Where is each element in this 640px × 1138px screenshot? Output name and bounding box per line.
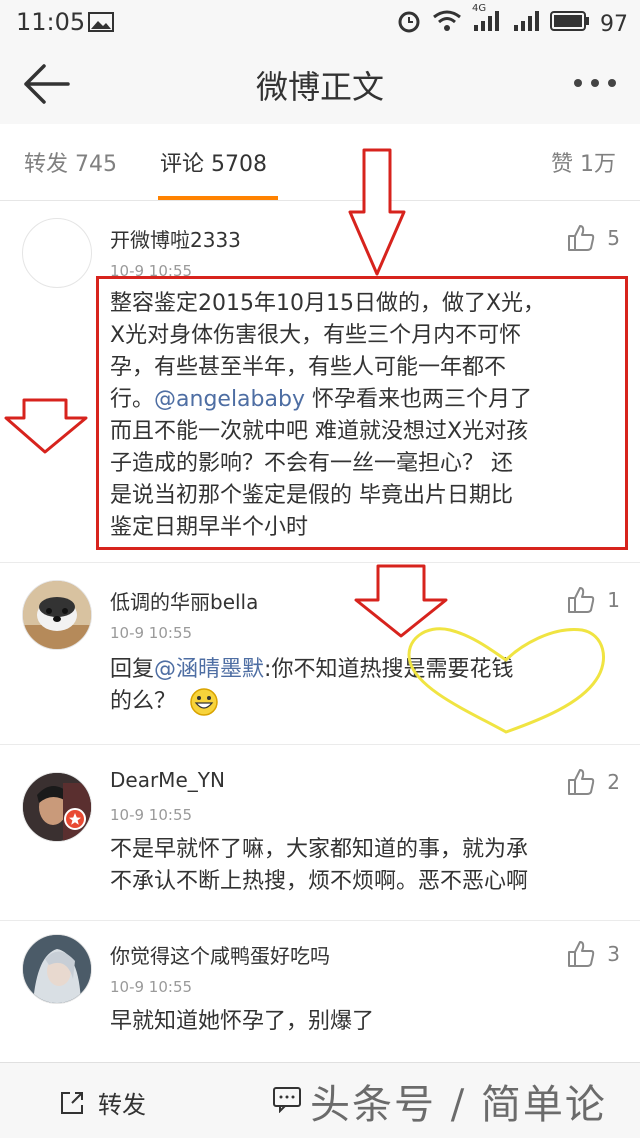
red-down-arrow-icon: [354, 564, 448, 638]
repost-label: 转发: [98, 1091, 146, 1119]
comment-button[interactable]: [272, 1085, 302, 1113]
annotation-overlay: [4, 148, 605, 734]
red-down-arrow-icon: [4, 398, 88, 454]
yellow-heart-icon: [407, 627, 605, 734]
watermark: 头条号 / 简单论: [310, 1082, 607, 1128]
repost-button[interactable]: 转发: [58, 1085, 146, 1120]
red-down-arrow-icon: [348, 148, 406, 276]
comment-icon: [273, 1087, 301, 1113]
share-icon: [61, 1091, 83, 1114]
